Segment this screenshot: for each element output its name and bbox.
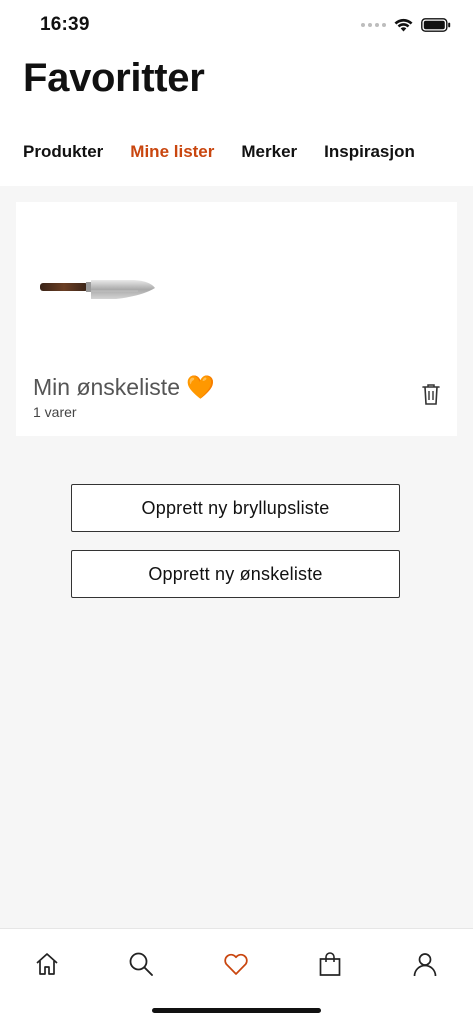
battery-icon xyxy=(421,18,451,32)
status-icons xyxy=(361,15,451,35)
tab-produkter[interactable]: Produkter xyxy=(23,142,103,162)
knife-image xyxy=(40,280,155,299)
create-wedding-list-button[interactable]: Opprett ny bryllupsliste xyxy=(71,484,400,532)
status-time: 16:39 xyxy=(40,14,90,35)
wifi-icon xyxy=(394,18,413,32)
heart-icon[interactable] xyxy=(223,951,249,977)
tab-mine-lister[interactable]: Mine lister xyxy=(130,142,214,162)
page-title: Favoritter xyxy=(23,56,205,100)
search-icon[interactable] xyxy=(128,951,154,977)
list-item-count: 1 varer xyxy=(33,404,77,420)
home-indicator xyxy=(152,1008,321,1013)
list-name: Min ønskeliste 🧡 xyxy=(33,374,216,400)
tab-merker[interactable]: Merker xyxy=(241,142,297,162)
tab-bar: Produkter Mine lister Merker Inspirasjon xyxy=(23,142,415,162)
tab-inspirasjon[interactable]: Inspirasjon xyxy=(324,142,415,162)
header-area: 16:39 Favoritter Produkter Mine lister M… xyxy=(0,0,473,186)
trash-icon[interactable] xyxy=(422,383,440,405)
profile-icon[interactable] xyxy=(412,951,438,977)
wishlist-card[interactable]: Min ønskeliste 🧡 1 varer xyxy=(16,202,457,436)
home-icon[interactable] xyxy=(34,951,60,977)
create-wishlist-button[interactable]: Opprett ny ønskeliste xyxy=(71,550,400,598)
bag-icon[interactable] xyxy=(317,951,343,977)
signal-icon xyxy=(361,23,386,27)
